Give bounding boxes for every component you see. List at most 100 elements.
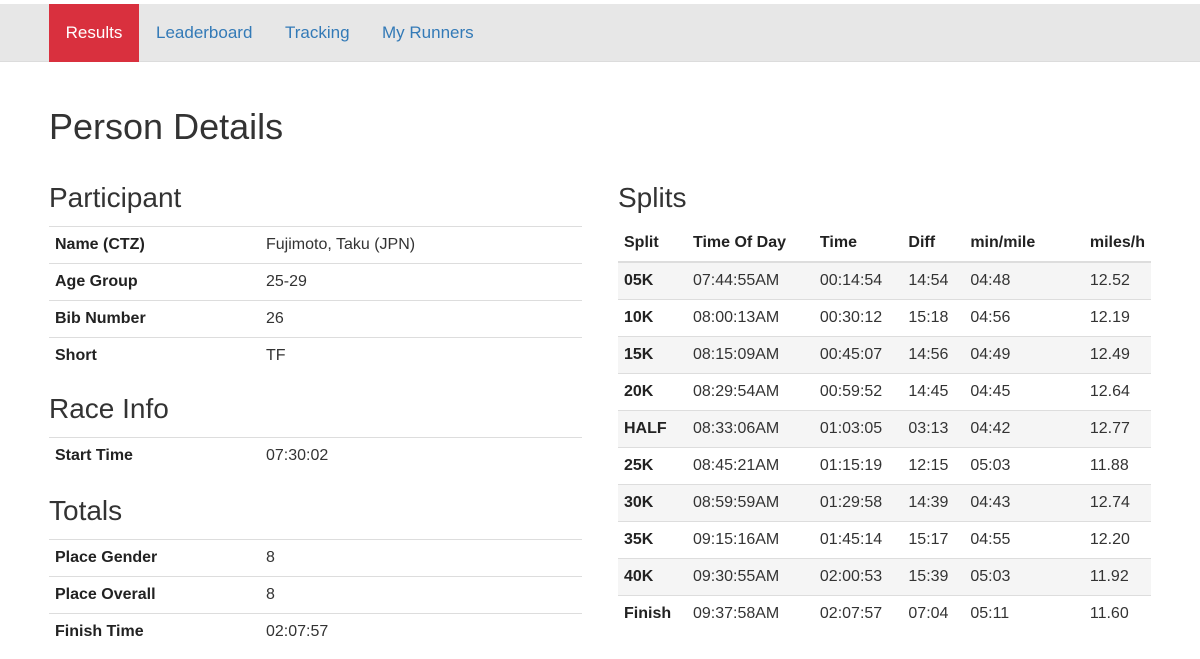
speed-cell: 12.64 [1089, 383, 1130, 400]
split-cell: HALF [624, 420, 667, 437]
diff-cell: 15:18 [908, 309, 949, 326]
splits-heading: Splits [618, 182, 687, 213]
speed-cell: 11.88 [1089, 457, 1129, 474]
time-of-day-cell: 07:44:55AM [692, 272, 780, 289]
time-cell: 01:03:05 [819, 420, 883, 437]
speed-cell: 12.74 [1089, 494, 1130, 511]
time-cell: 01:45:14 [819, 531, 883, 548]
table-row: Finish Time 02:07:57 [49, 613, 582, 651]
time-of-day-cell: 08:15:09AM [692, 346, 780, 363]
pace-cell: 05:03 [970, 457, 1011, 474]
diff-cell: 03:13 [908, 420, 949, 437]
speed-cell: 11.92 [1089, 568, 1129, 585]
diff-cell: 14:45 [908, 383, 949, 400]
page-title: Person Details [49, 106, 284, 147]
row-value: 8 [266, 586, 275, 603]
row-value: 02:07:57 [266, 623, 329, 640]
split-cell: 30K [624, 494, 654, 511]
row-label: Age Group [55, 273, 138, 290]
table-row: Name (CTZ) Fujimoto, Taku (JPN) [49, 226, 582, 264]
time-of-day-cell: 09:37:58AM [692, 605, 780, 622]
split-cell: 25K [624, 457, 654, 474]
col-header-min-per-mile: min/mile [964, 224, 1084, 263]
pace-cell: 04:56 [970, 309, 1011, 326]
pace-cell: 04:49 [970, 346, 1011, 363]
speed-cell: 12.77 [1089, 420, 1130, 437]
speed-cell: 11.60 [1089, 605, 1129, 622]
speed-cell: 12.49 [1089, 346, 1130, 363]
time-of-day-cell: 08:45:21AM [692, 457, 780, 474]
diff-cell: 15:17 [908, 531, 949, 548]
nav-bar: Results Leaderboard Tracking My Runners [0, 4, 1200, 62]
pace-cell: 04:43 [970, 494, 1011, 511]
row-value: 25-29 [266, 273, 307, 290]
row-label: Bib Number [55, 310, 146, 327]
row-value: Fujimoto, Taku (JPN) [266, 236, 416, 253]
tab-leaderboard[interactable]: Leaderboard [156, 4, 252, 62]
pace-cell: 04:42 [970, 420, 1011, 437]
participant-table: Name (CTZ) Fujimoto, Taku (JPN) Age Grou… [49, 226, 582, 374]
participant-heading: Participant [49, 182, 182, 213]
split-cell: 05K [624, 272, 654, 289]
row-value: 07:30:02 [266, 447, 329, 464]
split-row: 30K 08:59:59AM 01:29:58 14:39 04:43 12.7… [618, 484, 1151, 522]
race-info-table: Start Time 07:30:02 [49, 437, 582, 474]
table-row: Place Gender 8 [49, 539, 582, 577]
speed-cell: 12.20 [1089, 531, 1130, 548]
time-cell: 00:30:12 [819, 309, 883, 326]
time-cell: 01:29:58 [819, 494, 883, 511]
time-of-day-cell: 08:29:54AM [692, 383, 780, 400]
table-row: Place Overall 8 [49, 576, 582, 614]
time-of-day-cell: 08:00:13AM [692, 309, 780, 326]
row-label: Place Gender [55, 549, 158, 566]
time-cell: 00:14:54 [819, 272, 883, 289]
row-value: 26 [266, 310, 284, 327]
time-of-day-cell: 08:59:59AM [692, 494, 780, 511]
table-row: Bib Number 26 [49, 300, 582, 338]
row-label: Name (CTZ) [55, 236, 145, 253]
split-row: 35K 09:15:16AM 01:45:14 15:17 04:55 12.2… [618, 521, 1151, 559]
table-row: Age Group 25-29 [49, 263, 582, 301]
time-cell: 00:59:52 [819, 383, 883, 400]
splits-header-row: Split Time Of Day Time Diff min/mile mil… [618, 224, 1151, 263]
diff-cell: 14:56 [908, 346, 949, 363]
tab-results[interactable]: Results [49, 4, 139, 62]
col-header-diff: Diff [902, 224, 965, 263]
pace-cell: 04:48 [970, 272, 1011, 289]
time-of-day-cell: 08:33:06AM [692, 420, 780, 437]
split-row: 20K 08:29:54AM 00:59:52 14:45 04:45 12.6… [618, 373, 1151, 411]
diff-cell: 14:39 [908, 494, 949, 511]
col-header-time-of-day: Time Of Day [686, 224, 814, 263]
time-cell: 02:00:53 [819, 568, 883, 585]
col-header-split: Split [618, 224, 687, 263]
split-row: 25K 08:45:21AM 01:15:19 12:15 05:03 11.8… [618, 447, 1151, 485]
totals-heading: Totals [49, 495, 123, 526]
time-cell: 00:45:07 [819, 346, 883, 363]
split-cell: 15K [624, 346, 654, 363]
row-label: Start Time [55, 447, 133, 464]
split-row: 15K 08:15:09AM 00:45:07 14:56 04:49 12.4… [618, 336, 1151, 374]
diff-cell: 14:54 [908, 272, 949, 289]
split-row: Finish 09:37:58AM 02:07:57 07:04 05:11 1… [618, 595, 1151, 633]
pace-cell: 04:45 [970, 383, 1011, 400]
table-row: Short TF [49, 337, 582, 375]
race-info-heading: Race Info [49, 393, 169, 424]
pace-cell: 04:55 [970, 531, 1011, 548]
split-cell: 35K [624, 531, 654, 548]
row-value: 8 [266, 549, 275, 566]
time-cell: 02:07:57 [819, 605, 883, 622]
split-row: HALF 08:33:06AM 01:03:05 03:13 04:42 12.… [618, 410, 1151, 448]
pace-cell: 05:03 [970, 568, 1011, 585]
speed-cell: 12.19 [1089, 309, 1130, 326]
speed-cell: 12.52 [1089, 272, 1130, 289]
row-label: Short [55, 347, 97, 364]
tab-tracking[interactable]: Tracking [285, 4, 350, 62]
diff-cell: 15:39 [908, 568, 949, 585]
split-row: 40K 09:30:55AM 02:00:53 15:39 05:03 11.9… [618, 558, 1151, 596]
row-label: Place Overall [55, 586, 156, 603]
split-cell: Finish [624, 605, 672, 622]
tab-my-runners[interactable]: My Runners [382, 4, 474, 62]
diff-cell: 12:15 [908, 457, 949, 474]
time-of-day-cell: 09:30:55AM [692, 568, 780, 585]
split-cell: 10K [624, 309, 654, 326]
